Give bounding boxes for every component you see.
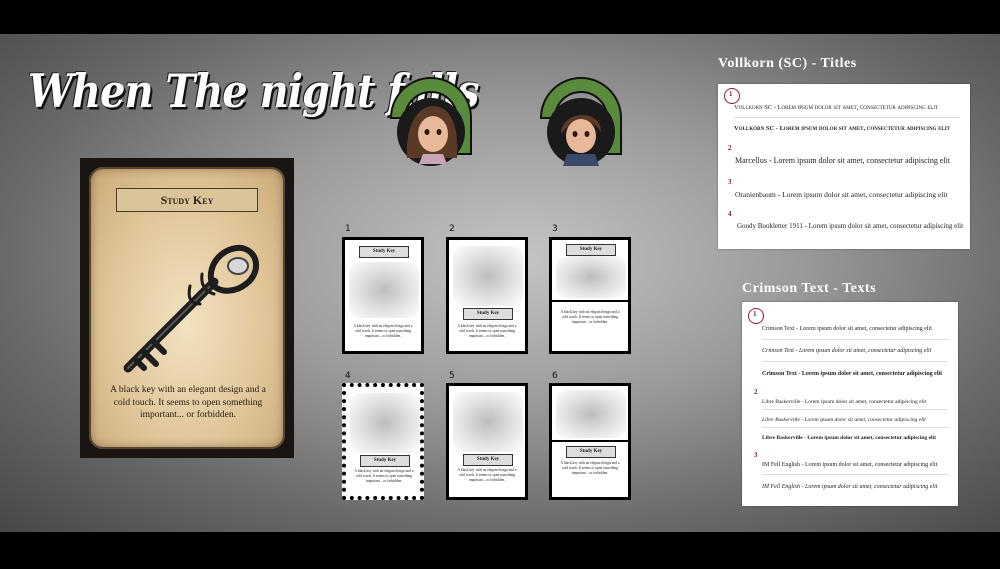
option-number: 3 [728, 178, 732, 186]
mini-text: A black key with an elegant design and a… [560, 461, 620, 475]
font-sample: Vollkorn SC - Lorem ipsum dolor sit amet… [734, 104, 939, 111]
variant-number: 4 [345, 371, 351, 381]
texts-panel-heading: Crimson Text - Texts [742, 281, 877, 296]
card-variant-1[interactable]: Study Key A black key with an elegant de… [342, 237, 424, 354]
separator [734, 117, 960, 118]
moodboard-canvas: When The night falls Study Key A black k… [0, 34, 1000, 532]
font-sample: Goudy Bookletter 1911 - Lorem ipsum dolo… [737, 222, 964, 230]
separator [762, 409, 948, 410]
font-sample: Crimson Text - Lorem ipsum dolor sit ame… [762, 371, 943, 377]
letterbox-bottom [0, 532, 1000, 569]
divider [552, 300, 628, 302]
mini-key-illustration [453, 246, 523, 306]
option-number: 1 [753, 310, 757, 318]
font-sample: Crimson Text - Lorem ipsum dolor sit ame… [762, 326, 932, 332]
card-variant-2[interactable]: Study Key A black key with an elegant de… [446, 237, 528, 354]
card-variant-5[interactable]: Study Key A black key with an elegant de… [446, 383, 528, 500]
portrait-girl [389, 77, 472, 166]
variant-number: 1 [345, 224, 351, 234]
card-title-ribbon: Study Key [99, 188, 275, 213]
separator [762, 361, 948, 362]
black-key-icon [123, 244, 259, 373]
mini-title: Study Key [566, 244, 616, 256]
mini-text: A black key with an elegant design and a… [457, 324, 517, 338]
texts-font-panel: 1 Crimson Text - Lorem ipsum dolor sit a… [742, 302, 958, 506]
option-number: 2 [754, 388, 758, 396]
font-sample: Libre Baskerville - Lorem ipsum dolor si… [762, 399, 927, 405]
font-sample: Vollkorn SC - Lorem ipsum dolor sit amet… [734, 125, 951, 132]
card-variant-4[interactable]: Study Key A black key with an elegant de… [342, 383, 424, 500]
font-sample: Libre Baskerville - Lorem ipsum dolor si… [762, 435, 936, 441]
option-number: 3 [754, 451, 758, 459]
mini-text: A black key with an elegant design and a… [354, 469, 414, 483]
mini-text: A black key with an elegant design and a… [353, 324, 413, 338]
variant-number: 6 [552, 371, 558, 381]
font-sample: Oranienbaum - Lorem ipsum dolor sit amet… [735, 190, 948, 199]
separator [762, 427, 948, 428]
option-number: 2 [728, 144, 732, 152]
mini-key-illustration [349, 262, 419, 318]
mini-title: Study Key [463, 454, 513, 466]
game-logo: When The night falls [28, 64, 479, 119]
mini-title: Study Key [360, 455, 410, 467]
mini-text: A black key with an elegant design and a… [560, 310, 620, 324]
card-description: A black key with an elegant design and a… [110, 385, 266, 420]
titles-panel-heading: Vollkorn (SC) - Titles [718, 56, 857, 71]
mini-title: Study Key [463, 308, 513, 320]
font-sample: Crimson Text - Lorem ipsum dolor sit ame… [762, 348, 932, 354]
option-number: 1 [729, 90, 733, 98]
option-number: 4 [728, 210, 732, 218]
mini-title: Study Key [566, 446, 616, 458]
font-sample: Libre Baskerville - Lorem ipsum dolor si… [762, 417, 926, 423]
letterbox-top [0, 0, 1000, 34]
divider [552, 440, 628, 442]
titles-font-panel: 1 Vollkorn SC - Lorem ipsum dolor sit am… [718, 84, 970, 249]
mini-key-illustration [350, 393, 420, 453]
font-sample: Marcellus - Lorem ipsum dolor sit amet, … [735, 156, 951, 165]
variant-number: 3 [552, 224, 558, 234]
separator [762, 339, 948, 340]
variant-number: 5 [449, 371, 455, 381]
mini-title: Study Key [359, 246, 409, 258]
font-sample: IM Fell English - Lorem ipsum dolor sit … [762, 484, 938, 490]
separator [762, 474, 948, 475]
mini-key-illustration [453, 392, 523, 452]
mini-key-illustration [556, 256, 626, 298]
mini-key-illustration [556, 390, 626, 438]
card-variant-6[interactable]: Study Key A black key with an elegant de… [549, 383, 631, 500]
card-variant-3[interactable]: Study Key A black key with an elegant de… [549, 237, 631, 354]
font-sample: IM Fell English - Lorem ipsum dolor sit … [762, 462, 938, 468]
variant-number: 2 [449, 224, 455, 234]
study-key-card-large[interactable]: Study Key A black key with an elegant de… [80, 158, 294, 458]
mini-text: A black key with an elegant design and a… [457, 468, 517, 482]
portrait-boy [539, 77, 622, 166]
